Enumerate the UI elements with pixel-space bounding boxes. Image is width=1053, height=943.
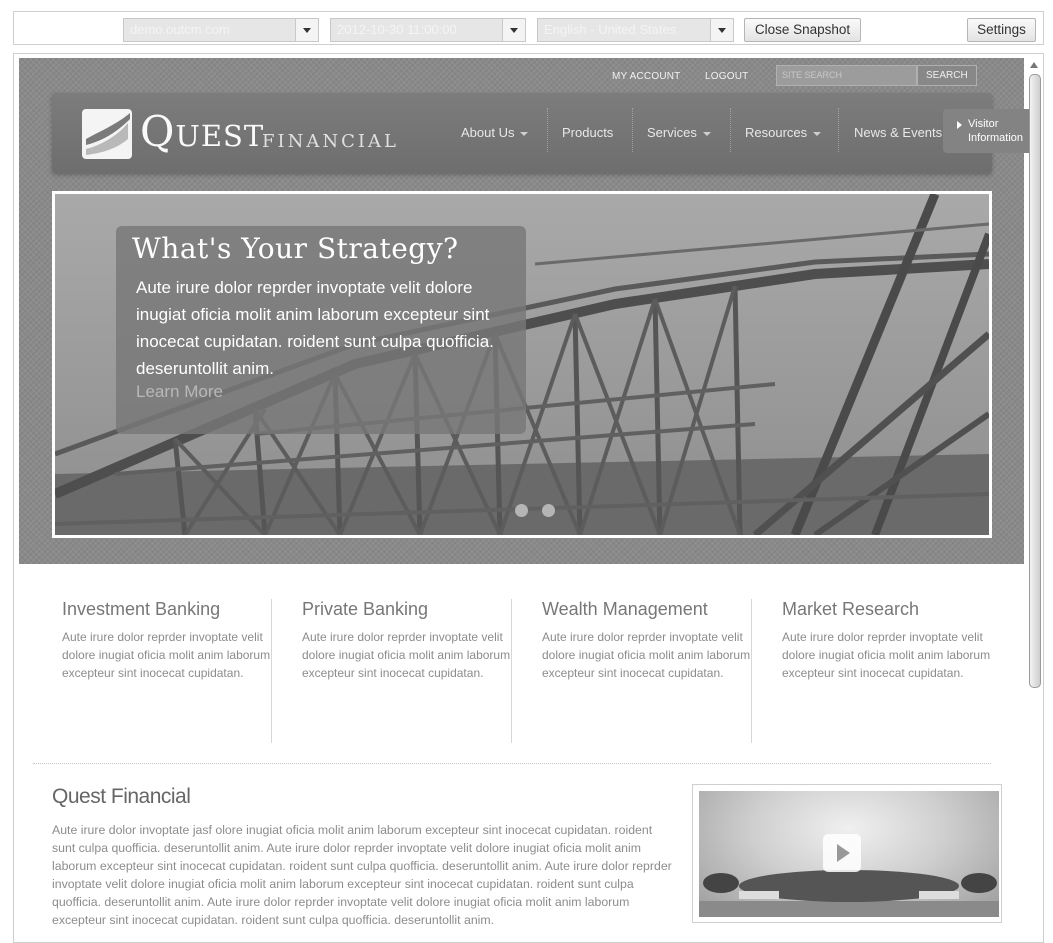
- nav-divider: [838, 108, 839, 152]
- hero-banner: What's Your Strategy? Aute irure dolor r…: [52, 191, 992, 538]
- language-select[interactable]: English - United States: [537, 18, 734, 42]
- close-snapshot-button[interactable]: Close Snapshot: [744, 18, 861, 42]
- hero-title: What's Your Strategy?: [132, 232, 459, 265]
- chevron-down-icon[interactable]: [710, 19, 733, 41]
- chevron-down-icon[interactable]: [502, 19, 525, 41]
- nav-divider: [547, 108, 548, 152]
- service-text: Aute irure dolor reprder invoptate velit…: [62, 630, 271, 680]
- service-investment-banking: Investment Banking Aute irure dolor repr…: [62, 599, 282, 682]
- nav-about-us[interactable]: About Us: [461, 123, 529, 143]
- date-select[interactable]: 2012-10-30 11:00:00: [330, 18, 526, 42]
- nav-label: Resources: [745, 125, 808, 140]
- logout-link[interactable]: LOGOUT: [705, 71, 748, 82]
- nav-news-events[interactable]: News & Events: [854, 123, 942, 143]
- search-button[interactable]: SEARCH: [917, 65, 977, 86]
- logo-quest-text[interactable]: Quest: [140, 107, 264, 156]
- domain-select[interactable]: demo.outcm.com: [123, 18, 319, 42]
- service-wealth-management: Wealth Management Aute irure dolor reprd…: [542, 599, 762, 682]
- service-divider: [511, 599, 512, 743]
- service-title[interactable]: Private Banking: [302, 599, 522, 620]
- slider-dot[interactable]: [542, 504, 555, 517]
- visitor-information-tab[interactable]: Visitor Information: [943, 109, 1029, 153]
- section-divider: [33, 763, 991, 764]
- site-header: MY ACCOUNT LOGOUT SITE SEARCH SEARCH Que…: [19, 58, 1029, 564]
- service-text: Aute irure dolor reprder invoptate velit…: [542, 630, 751, 680]
- visitor-tab-line2: Information: [968, 132, 1024, 144]
- chevron-down-icon[interactable]: [295, 19, 318, 41]
- service-divider: [271, 599, 272, 743]
- slider-dot[interactable]: [515, 504, 528, 517]
- nav-services[interactable]: Services: [647, 123, 711, 143]
- service-title[interactable]: Market Research: [782, 599, 1002, 620]
- main-navbar: Quest FINANCIAL About Us Products Servic…: [52, 93, 992, 173]
- hero-caption-box: What's Your Strategy? Aute irure dolor r…: [116, 226, 526, 434]
- service-title[interactable]: Wealth Management: [542, 599, 762, 620]
- logo-financial-text: FINANCIAL: [262, 131, 399, 152]
- nav-label: News & Events: [854, 125, 943, 140]
- service-divider: [751, 599, 752, 743]
- chevron-down-icon: [702, 131, 711, 136]
- service-title[interactable]: Investment Banking: [62, 599, 282, 620]
- nav-label: Services: [647, 125, 697, 140]
- about-title: Quest Financial: [52, 785, 191, 808]
- snapshot-toolbar: demo.outcm.com 2012-10-30 11:00:00 Engli…: [13, 11, 1044, 45]
- about-text: Aute irure dolor invoptate jasf olore in…: [52, 823, 672, 927]
- service-market-research: Market Research Aute irure dolor reprder…: [782, 599, 1002, 682]
- chevron-down-icon: [813, 131, 822, 136]
- service-text: Aute irure dolor reprder invoptate velit…: [782, 630, 991, 680]
- nav-label: Products: [562, 125, 614, 140]
- date-select-value: 2012-10-30 11:00:00: [337, 22, 457, 37]
- nav-divider: [632, 108, 633, 152]
- my-account-link[interactable]: MY ACCOUNT: [612, 71, 681, 82]
- site-search-input[interactable]: SITE SEARCH: [776, 65, 917, 86]
- hero-text: Aute irure dolor reprder invoptate velit…: [136, 278, 494, 378]
- nav-resources[interactable]: Resources: [745, 123, 822, 143]
- language-select-value: English - United States: [544, 22, 677, 37]
- play-icon[interactable]: [823, 834, 861, 872]
- settings-button[interactable]: Settings: [967, 18, 1036, 42]
- scroll-up-icon[interactable]: [1030, 62, 1038, 68]
- nav-products[interactable]: Products: [562, 123, 613, 143]
- video-player[interactable]: [692, 784, 1002, 923]
- service-private-banking: Private Banking Aute irure dolor reprder…: [302, 599, 522, 682]
- nav-divider: [730, 108, 731, 152]
- service-text: Aute irure dolor reprder invoptate velit…: [302, 630, 511, 680]
- learn-more-link[interactable]: Learn More: [136, 382, 223, 402]
- chevron-down-icon: [520, 131, 529, 136]
- triangle-right-icon: [957, 121, 962, 129]
- quest-logo-icon[interactable]: [82, 109, 132, 159]
- scrollbar-thumb[interactable]: [1029, 74, 1041, 688]
- visitor-tab-line1: Visitor: [968, 118, 999, 130]
- video-thumbnail[interactable]: [699, 791, 999, 917]
- nav-label: About Us: [461, 125, 515, 140]
- snapshot-frame: MY ACCOUNT LOGOUT SITE SEARCH SEARCH Que…: [13, 53, 1044, 943]
- domain-select-value: demo.outcm.com: [130, 22, 230, 37]
- vertical-scrollbar[interactable]: [1027, 58, 1041, 938]
